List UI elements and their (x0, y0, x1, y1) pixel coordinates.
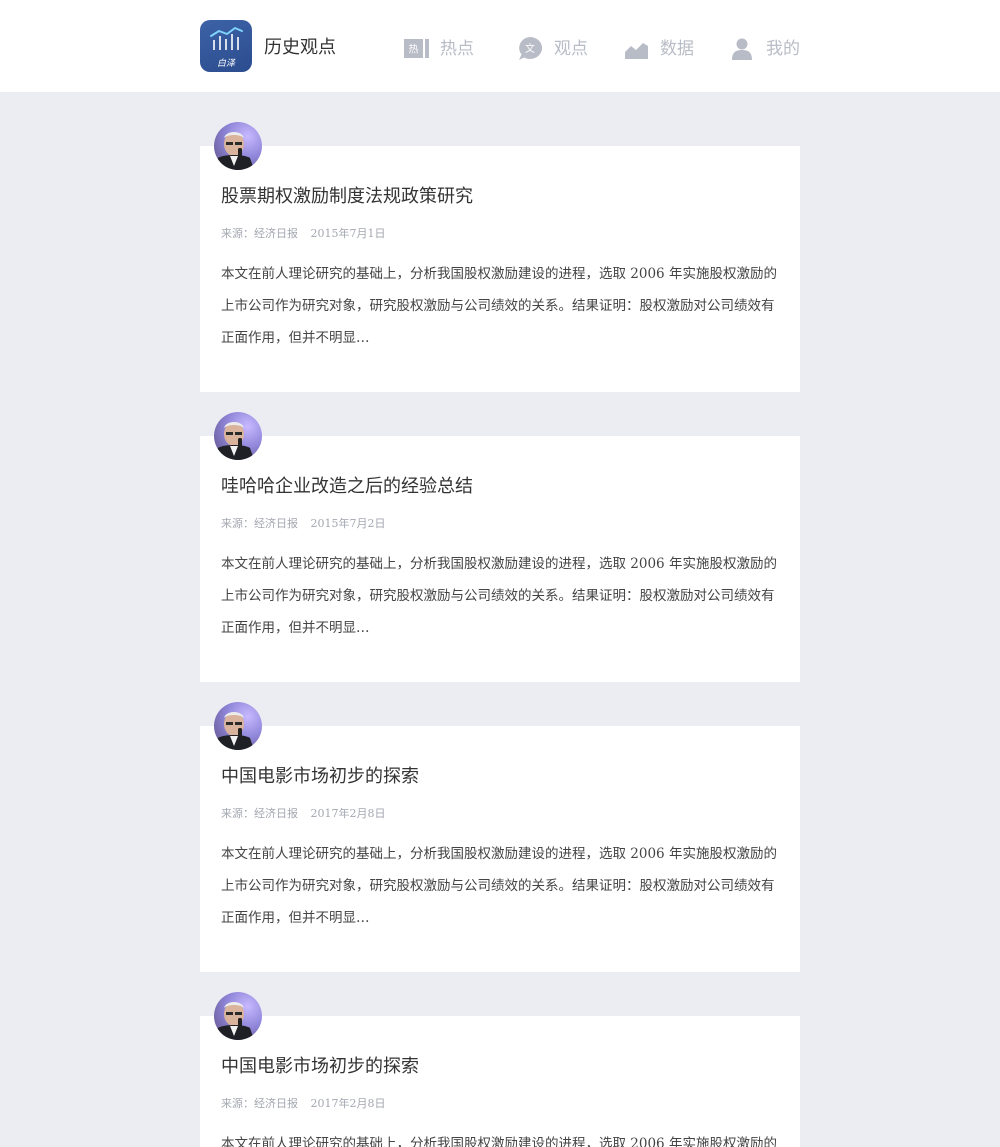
app-title: 历史观点 (264, 37, 336, 58)
author-avatar[interactable] (214, 412, 262, 460)
logo-text: 白泽 (216, 59, 235, 69)
article-source: 来源：经济日报 (221, 517, 298, 530)
article-title[interactable]: 股票期权激励制度法规政策研究 (221, 184, 473, 210)
article-meta: 来源：经济日报 2015年7月1日 (221, 226, 386, 242)
article-source: 来源：经济日报 (221, 807, 298, 820)
nav-label-data: 数据 (660, 39, 694, 59)
article-source: 来源：经济日报 (221, 227, 298, 240)
author-portrait-icon (214, 422, 254, 460)
article-summary: 本文在前人理论研究的基础上，分析我国股权激励建设的进程，选取 2006 年实施股… (221, 556, 777, 636)
hot-icon-glyph: 热 (409, 43, 419, 56)
article-date: 2015年7月2日 (310, 517, 386, 530)
top-navigation-bar: 白泽 历史观点 热 热点 文 观点 数据 我的 (0, 0, 1000, 92)
author-avatar[interactable] (214, 702, 262, 750)
nav-label-mine: 我的 (766, 39, 800, 59)
article-summary: 本文在前人理论研究的基础上，分析我国股权激励建设的进程，选取 2006 年实施股… (221, 846, 777, 926)
nav-label-opinion: 观点 (554, 39, 588, 59)
author-avatar[interactable] (214, 122, 262, 170)
article-source: 来源：经济日报 (221, 1097, 298, 1110)
user-icon (730, 36, 756, 62)
author-portrait-icon (214, 1002, 254, 1040)
author-avatar[interactable] (214, 992, 262, 1040)
article-title[interactable]: 中国电影市场初步的探索 (221, 1054, 419, 1080)
nav-item-data[interactable]: 数据 (624, 36, 694, 62)
article-date: 2017年2月8日 (310, 1097, 386, 1110)
article-summary: 本文在前人理论研究的基础上，分析我国股权激励建设的进程，选取 2006 年实施股… (221, 266, 777, 346)
hot-icon: 热 (404, 36, 430, 62)
article-date: 2015年7月1日 (310, 227, 386, 240)
app-logo[interactable]: 白泽 (200, 20, 252, 72)
article-summary: 本文在前人理论研究的基础上，分析我国股权激励建设的进程，选取 2006 年实施股… (221, 1136, 777, 1147)
opinion-icon: 文 (518, 36, 544, 62)
chart-icon (624, 36, 650, 62)
article-meta: 来源：经济日报 2017年2月8日 (221, 1096, 386, 1112)
nav-label-hot: 热点 (440, 39, 474, 59)
article-meta: 来源：经济日报 2017年2月8日 (221, 806, 386, 822)
nav-item-mine[interactable]: 我的 (730, 36, 800, 62)
author-portrait-icon (214, 712, 254, 750)
nav-item-opinion[interactable]: 文 观点 (518, 36, 588, 62)
article-card[interactable]: 哇哈哈企业改造之后的经验总结 来源：经济日报 2015年7月2日 本文在前人理论… (200, 412, 800, 682)
article-date: 2017年2月8日 (310, 807, 386, 820)
article-meta: 来源：经济日报 2015年7月2日 (221, 516, 386, 532)
article-card[interactable]: 中国电影市场初步的探索 来源：经济日报 2017年2月8日 本文在前人理论研究的… (200, 702, 800, 972)
article-title[interactable]: 中国电影市场初步的探索 (221, 764, 419, 790)
article-card[interactable]: 股票期权激励制度法规政策研究 来源：经济日报 2015年7月1日 本文在前人理论… (200, 122, 800, 392)
nav-item-hot[interactable]: 热 热点 (404, 36, 474, 62)
article-card[interactable]: 中国电影市场初步的探索 来源：经济日报 2017年2月8日 本文在前人理论研究的… (200, 992, 800, 1147)
author-portrait-icon (214, 132, 254, 170)
article-title[interactable]: 哇哈哈企业改造之后的经验总结 (221, 474, 473, 500)
opinion-icon-glyph: 文 (525, 42, 535, 55)
